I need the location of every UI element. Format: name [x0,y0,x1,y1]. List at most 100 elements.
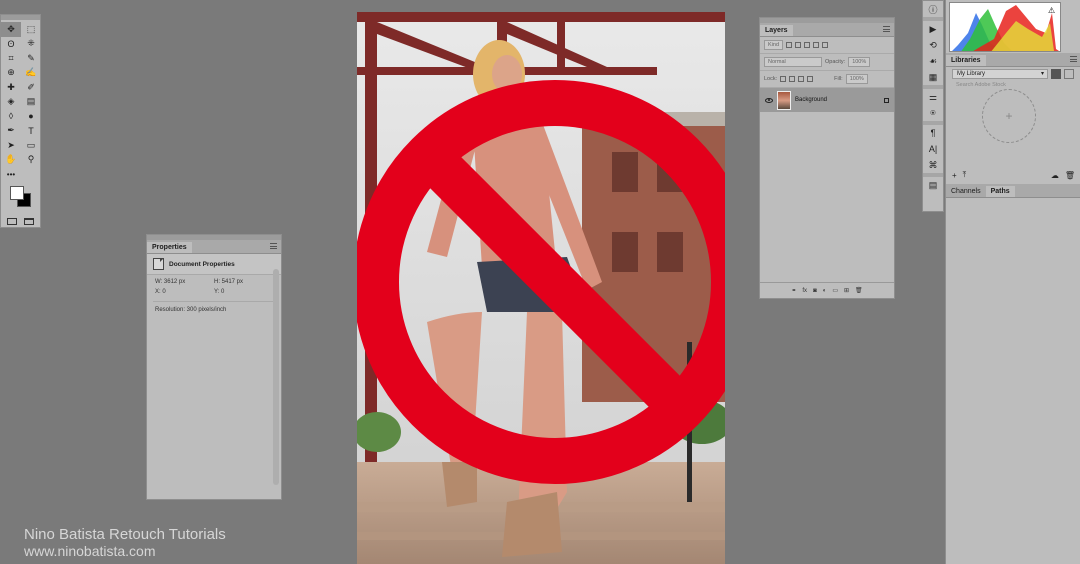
new-layer-icon[interactable]: ⊞ [844,287,849,294]
resolution-value: Resolution: 300 pixels/inch [155,307,227,313]
properties-tabbar: Properties [147,240,281,254]
swatches-icon[interactable]: ▦ [923,69,943,85]
shape-filter-icon[interactable] [813,42,820,48]
eyedropper-tool-icon[interactable]: ✎ [21,51,41,66]
tab-paths[interactable]: Paths [985,186,1015,197]
adjustment-icon[interactable]: ◐ [823,288,827,294]
pen-tool-icon[interactable]: ✒ [1,124,21,139]
adjustments-icon[interactable]: ⚌ [923,89,943,105]
healing-tool-icon[interactable]: ⊕ [1,66,21,81]
properties-scrollbar[interactable] [273,269,279,485]
move-tool-icon[interactable]: ✥ [1,22,21,37]
history-icon[interactable]: ⟲ [923,37,943,53]
dodge-tool-icon[interactable]: ● [21,109,41,124]
glyphs-icon[interactable]: ⌘ [923,157,943,173]
blur-tool-icon[interactable]: ◊ [1,109,21,124]
lock-position-icon[interactable] [798,76,805,82]
library-dropdown[interactable]: My Library [952,69,1048,79]
position-row: X: 0 Y: 0 [147,285,281,295]
type-tool-icon[interactable]: T [21,124,41,139]
filter-row: Kind [760,37,894,54]
list-view-icon[interactable] [1064,69,1074,79]
type-filter-icon[interactable] [804,42,811,48]
hand-tool-icon[interactable]: ✋ [1,153,21,168]
tab-channels[interactable]: Channels [946,186,986,197]
clone-stamp-tool-icon[interactable]: ✚ [1,80,21,95]
layers-panel: Layers Kind Normal Opacity: 100% Lock: F… [759,17,895,299]
tab-properties[interactable]: Properties [147,242,192,253]
layers-footer: ⚭ fx ◙ ◐ ▭ ⊞ 🗑︎ [760,282,894,298]
fx-icon[interactable]: fx [802,288,807,294]
crop-tool-icon[interactable]: ⌗ [1,51,21,66]
actions-play-icon[interactable]: ▶ [923,21,943,37]
gradient-tool-icon[interactable]: ▤ [21,95,41,110]
paragraph-icon[interactable]: ¶ [923,125,943,141]
mask-icon[interactable]: ◙ [813,288,817,294]
mode-buttons [1,214,40,229]
dimension-row: W: 3612 px H: 5417 px [147,275,281,285]
fill-field[interactable]: 100% [845,74,868,84]
character-icon[interactable]: A| [923,141,943,157]
foreground-color-swatch[interactable] [10,185,24,200]
layer-thumbnail [777,90,791,110]
smart-filter-icon[interactable] [822,42,829,48]
eraser-tool-icon[interactable]: ◈ [1,95,21,110]
properties-header: Document Properties [147,254,281,275]
layers-tabbar: Layers [760,23,894,37]
trash-icon[interactable]: 🗑︎ [1065,171,1075,180]
lasso-tool-icon[interactable]: ʘ [1,37,21,52]
fill-label: Fill: [834,76,843,82]
screen-mode-icon[interactable] [24,217,35,225]
lock-image-icon[interactable] [789,76,796,82]
visibility-eye-icon[interactable] [765,97,773,103]
add-icon[interactable]: + [952,171,957,180]
tab-libraries[interactable]: Libraries [946,55,986,66]
height-value: H: 5417 px [214,279,244,285]
opacity-field[interactable]: 100% [848,57,871,67]
panel-menu-icon[interactable] [270,243,277,249]
zoom-tool-icon[interactable]: ⚲ [21,153,41,168]
layer-row-background[interactable]: Background [760,88,894,112]
history-brush-tool-icon[interactable]: ✐ [21,80,41,95]
adjustment-filter-icon[interactable] [795,42,802,48]
document-icon [153,258,164,270]
more-tools-icon[interactable]: ••• [1,167,21,182]
document-canvas[interactable] [357,12,725,564]
photo-canvas [357,12,725,564]
x-value: X: 0 [155,289,166,295]
brush-tool-icon[interactable]: ✍ [21,66,41,81]
lock-icon [884,97,889,103]
magic-wand-tool-icon[interactable]: ⁜ [21,37,41,52]
cloud-icon[interactable]: ☁ [1051,171,1059,180]
trash-icon[interactable]: 🗑︎ [855,287,863,294]
histogram: ⚠ [949,2,1061,52]
add-content-button[interactable]: + [982,89,1036,143]
lock-pixels-icon[interactable] [780,76,787,82]
clone-source-icon[interactable]: ⍟ [923,105,943,121]
histogram-graph: ⚠ [952,5,1059,51]
opacity-label: Opacity: [825,59,846,65]
panel-menu-icon[interactable] [883,26,890,32]
color-swatches[interactable] [1,182,40,214]
tools-panel: ✥ ⬚ ʘ ⁜ ⌗ ✎ ⊕ ✍ ✚ ✐ ◈ ▤ ◊ ● ✒ T ➤ ▭ ✋ ⚲ … [0,14,41,228]
link-icon[interactable]: ⚭ [791,287,796,294]
info-icon[interactable]: ⓘ [923,1,943,17]
rectangle-tool-icon[interactable]: ▭ [21,138,41,153]
marquee-tool-icon[interactable]: ⬚ [21,22,41,37]
libraries-footer: + ⤒ ☁ 🗑︎ [946,169,1080,181]
group-icon[interactable]: ▭ [832,287,838,294]
layer-name: Background [795,97,828,103]
brush-settings-icon[interactable]: ☙ [923,53,943,69]
path-selection-tool-icon[interactable]: ➤ [1,138,21,153]
quick-mask-icon[interactable] [6,217,17,225]
properties-dock-icon[interactable]: ▤ [923,177,943,193]
lock-all-icon[interactable] [807,76,814,82]
blend-mode-select[interactable]: Normal [764,57,822,67]
library-select-row: My Library [952,69,1075,79]
tab-layers[interactable]: Layers [760,25,793,36]
upload-icon[interactable]: ⤒ [963,170,967,180]
panel-menu-icon[interactable] [1070,56,1077,62]
pixel-filter-icon[interactable] [786,42,793,48]
kind-filter[interactable]: Kind [764,40,784,50]
grid-view-icon[interactable] [1051,69,1061,79]
